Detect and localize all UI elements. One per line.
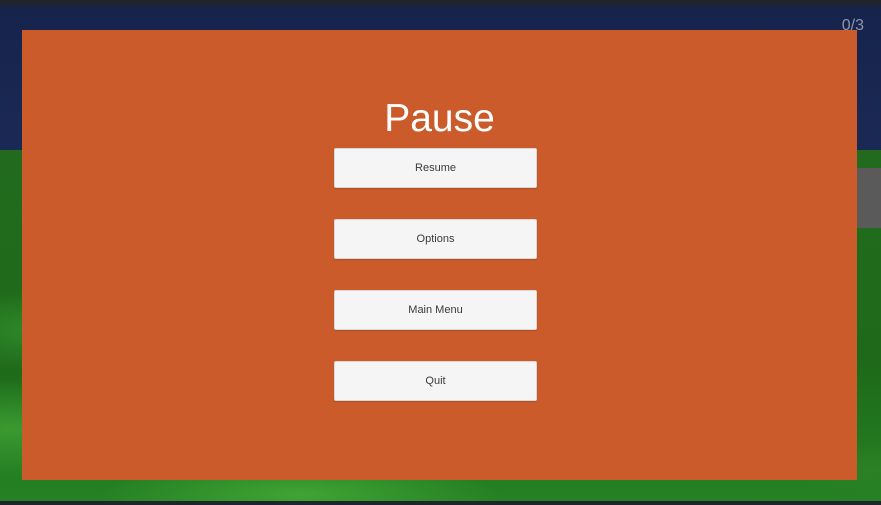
main-menu-button[interactable]: Main Menu: [334, 290, 537, 330]
options-button[interactable]: Options: [334, 219, 537, 259]
resume-button[interactable]: Resume: [334, 148, 537, 188]
quit-button[interactable]: Quit: [334, 361, 537, 401]
pause-title: Pause: [384, 97, 495, 140]
bottom-edge-bar: [0, 501, 881, 505]
